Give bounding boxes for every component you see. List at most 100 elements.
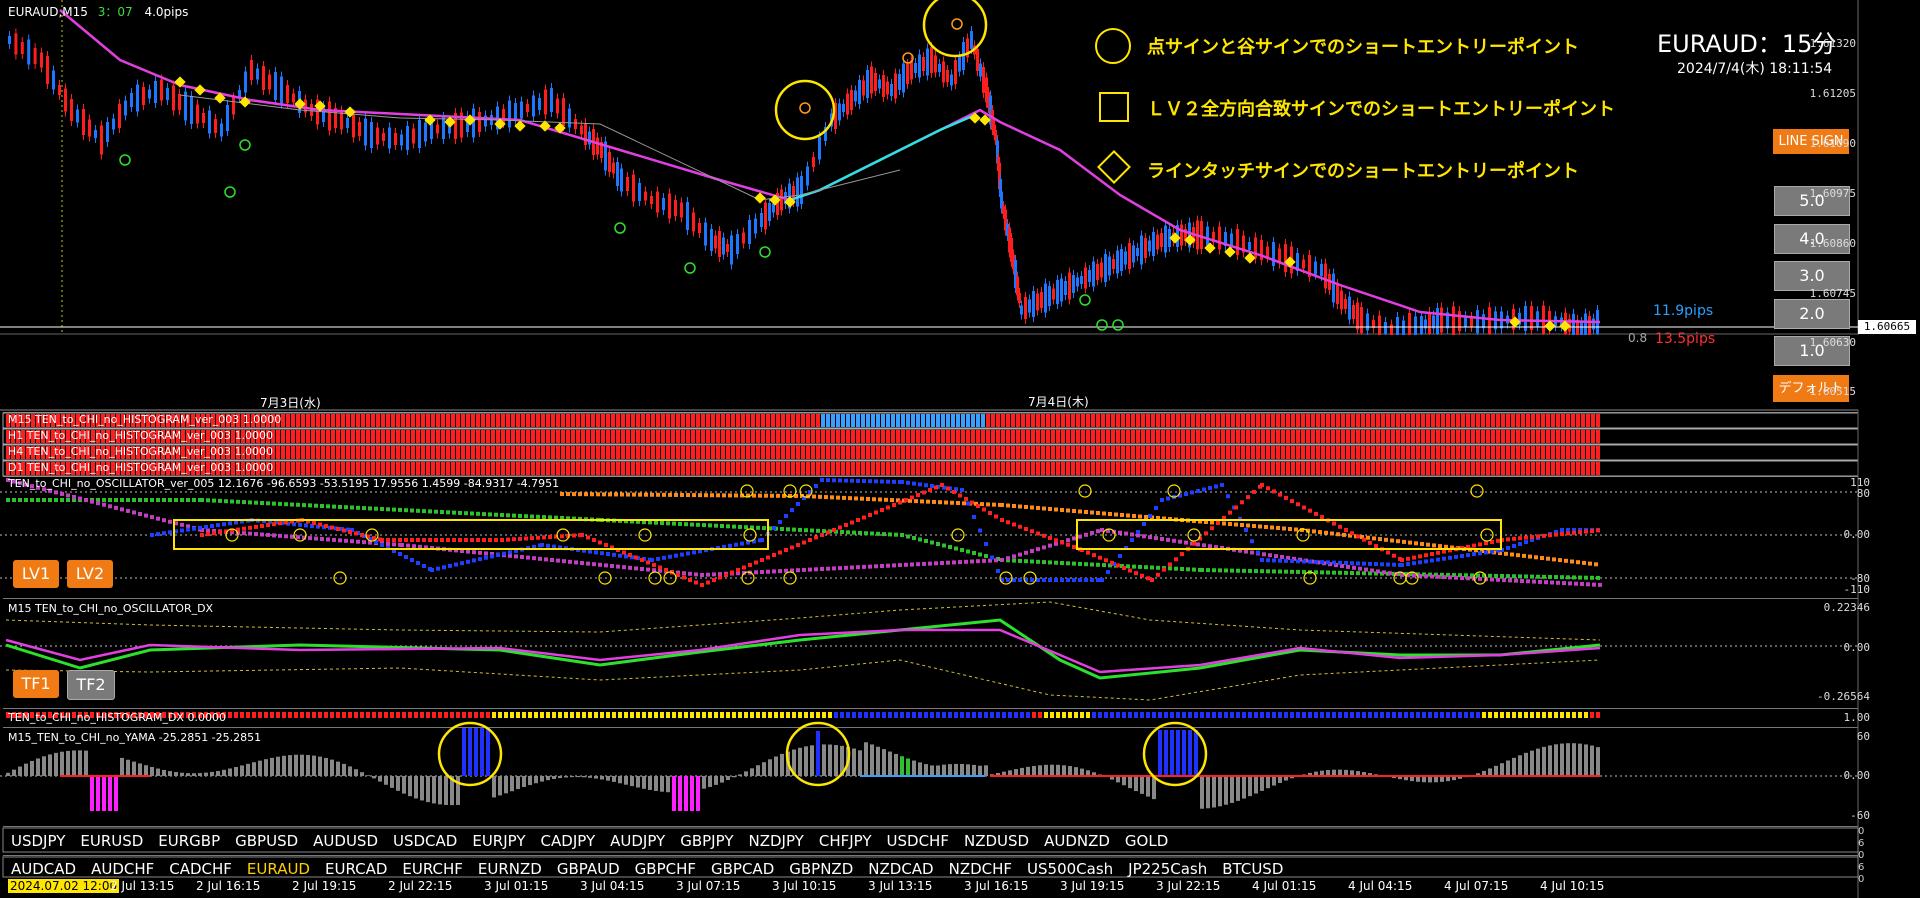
osc-dot xyxy=(1560,575,1564,580)
symbol-eurjpy[interactable]: EURJPY xyxy=(472,832,525,850)
symbol-audjpy[interactable]: AUDJPY xyxy=(610,832,665,850)
hist-dx-bar xyxy=(1338,712,1342,718)
symbol-nzdusd[interactable]: NZDUSD xyxy=(964,832,1029,850)
histogram-bar xyxy=(1521,430,1525,443)
osc-dot xyxy=(1516,553,1520,558)
osc-dot xyxy=(1060,540,1064,545)
symbol-eurnzd[interactable]: EURNZD xyxy=(478,860,542,878)
symbol-nzdjpy[interactable]: NZDJPY xyxy=(748,832,803,850)
histogram-bar xyxy=(411,462,415,475)
symbol-nzdchf[interactable]: NZDCHF xyxy=(949,860,1012,878)
symbol-audnzd[interactable]: AUDNZD xyxy=(1044,832,1110,850)
histogram-bar xyxy=(396,462,400,475)
hist-dx-bar xyxy=(246,712,250,718)
symbol-btcusd[interactable]: BTCUSD xyxy=(1222,860,1283,878)
histogram-bar xyxy=(981,414,985,427)
histogram-bar xyxy=(1286,462,1290,475)
symbol-eurgbp[interactable]: EURGBP xyxy=(158,832,220,850)
osc-dot xyxy=(484,555,488,560)
symbol-eurusd[interactable]: EURUSD xyxy=(80,832,143,850)
dx-band-lower xyxy=(5,659,1601,701)
symbol-audcad[interactable]: AUDCAD xyxy=(11,860,76,878)
histogram-bar xyxy=(1161,446,1165,459)
osc-dot xyxy=(1376,569,1380,574)
hist-dx-bar xyxy=(1458,712,1462,718)
osc-dot xyxy=(1278,569,1282,574)
hist-dx-bar xyxy=(756,712,760,718)
hist-dx-bar xyxy=(912,712,916,718)
osc-dot xyxy=(1124,531,1128,536)
tf2-button[interactable]: TF2 xyxy=(67,670,115,700)
symbol-usdchf[interactable]: USDCHF xyxy=(887,832,949,850)
osc-dot xyxy=(560,534,564,539)
symbol-gold[interactable]: GOLD xyxy=(1125,832,1168,850)
symbol-eurcad[interactable]: EURCAD xyxy=(325,860,387,878)
histogram-bar xyxy=(296,462,300,475)
symbol-gbpcad[interactable]: GBPCAD xyxy=(711,860,774,878)
hist-dx-bar xyxy=(372,712,376,718)
yama-bar xyxy=(438,776,442,805)
symbol-gbpchf[interactable]: GBPCHF xyxy=(635,860,696,878)
histogram-bar xyxy=(881,446,885,459)
yama-bar xyxy=(504,776,508,794)
symbol-cadjpy[interactable]: CADJPY xyxy=(541,832,596,850)
hist-dx-bar xyxy=(1074,712,1078,718)
symbol-audchf[interactable]: AUDCHF xyxy=(91,860,154,878)
yama-bar xyxy=(72,750,76,776)
histogram-bar xyxy=(1396,462,1400,475)
histogram-bar xyxy=(1546,446,1550,459)
histogram-bar xyxy=(1046,430,1050,443)
symbol-gbpusd[interactable]: GBPUSD xyxy=(235,832,298,850)
osc-dot xyxy=(994,558,998,563)
symbol-gbpaud[interactable]: GBPAUD xyxy=(557,860,620,878)
yama-bar xyxy=(648,776,652,790)
histogram-bar xyxy=(1376,430,1380,443)
yama-bar xyxy=(528,776,532,786)
tf1-button[interactable]: TF1 xyxy=(13,670,59,698)
osc-dot xyxy=(1320,515,1324,520)
histogram-bar xyxy=(1021,446,1025,459)
symbol-jp225cash[interactable]: JP225Cash xyxy=(1128,860,1207,878)
histogram-bar xyxy=(966,446,970,459)
yama-bar xyxy=(138,763,142,776)
histogram-bar xyxy=(1436,430,1440,443)
histogram-bar xyxy=(986,430,990,443)
yama-bar xyxy=(408,776,412,797)
osc-dot xyxy=(1400,558,1404,562)
symbol-us500cash[interactable]: US500Cash xyxy=(1027,860,1113,878)
lv2-button[interactable]: LV2 xyxy=(67,560,113,588)
histogram-bar xyxy=(661,462,665,475)
osc-dot xyxy=(1556,580,1560,585)
histogram-bar xyxy=(1241,430,1245,443)
symbol-chfjpy[interactable]: CHFJPY xyxy=(819,832,872,850)
histogram-bar xyxy=(581,414,585,427)
histogram-bar xyxy=(311,446,315,459)
osc-dot xyxy=(466,559,470,564)
hist-dx-bar xyxy=(480,712,484,718)
symbol-cadchf[interactable]: CADCHF xyxy=(169,860,232,878)
histogram-bar xyxy=(711,414,715,427)
histogram-bar xyxy=(861,414,865,427)
osc-dot xyxy=(1314,559,1318,564)
histogram-bar xyxy=(616,446,620,459)
osc-dot xyxy=(1484,541,1488,546)
lv1-button[interactable]: LV1 xyxy=(13,560,59,588)
symbol-nzdcad[interactable]: NZDCAD xyxy=(868,860,933,878)
osc-dot xyxy=(1206,568,1210,573)
histogram-bar xyxy=(676,430,680,443)
symbol-eurchf[interactable]: EURCHF xyxy=(402,860,463,878)
symbol-gbpnzd[interactable]: GBPNZD xyxy=(789,860,853,878)
symbol-gbpjpy[interactable]: GBPJPY xyxy=(680,832,733,850)
osc-dot xyxy=(362,506,366,511)
symbol-audusd[interactable]: AUDUSD xyxy=(313,832,378,850)
symbol-usdjpy[interactable]: USDJPY xyxy=(11,832,65,850)
symbol-usdcad[interactable]: USDCAD xyxy=(393,832,457,850)
osc-dot xyxy=(132,498,136,502)
hist-dx-bar xyxy=(366,712,370,718)
hist-dx-bar xyxy=(1248,712,1252,718)
histogram-bar xyxy=(1506,414,1510,427)
symbol-euraud[interactable]: EURAUD xyxy=(247,860,310,878)
osc-dot xyxy=(548,515,552,520)
histogram-bar xyxy=(1341,446,1345,459)
histogram-bar xyxy=(1456,430,1460,443)
